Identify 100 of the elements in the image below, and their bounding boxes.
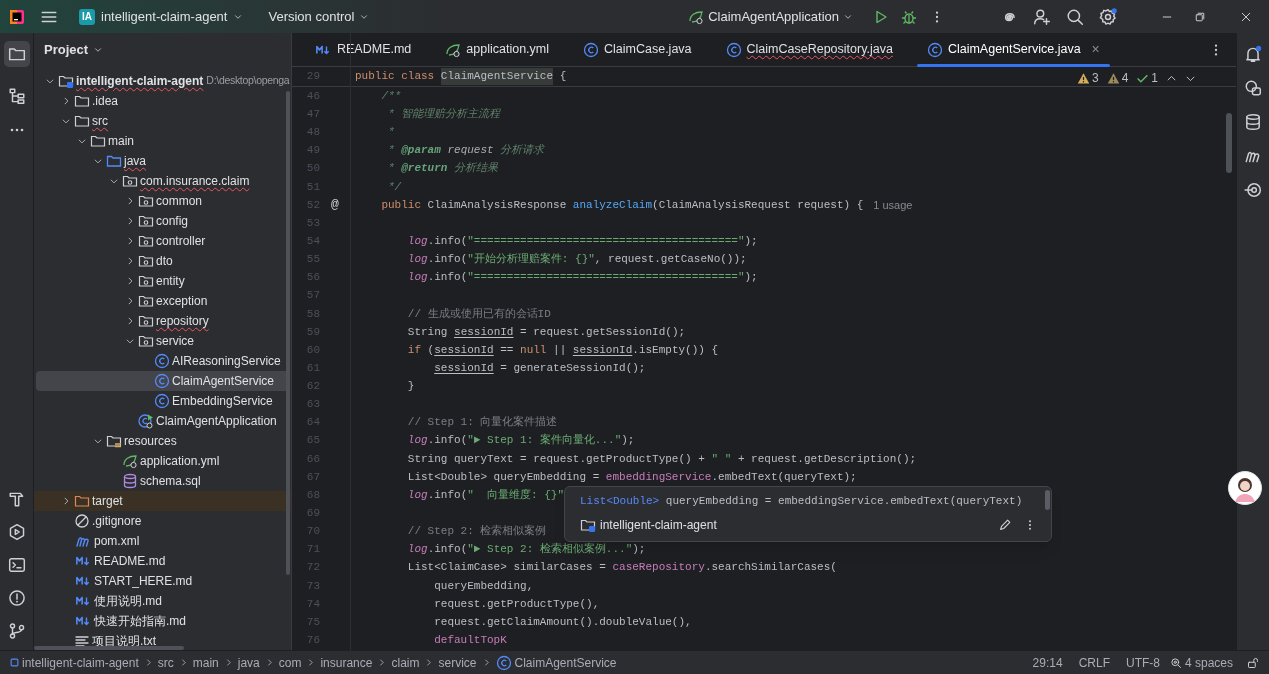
tree-item[interactable]: src bbox=[34, 111, 291, 131]
breadcrumb[interactable]: com bbox=[278, 653, 302, 672]
chevron-right-icon bbox=[424, 658, 434, 667]
leaf-icon bbox=[445, 41, 462, 58]
tree-item[interactable]: target bbox=[34, 491, 291, 511]
editor-tab[interactable]: ClaimCaseRepository.java bbox=[715, 33, 903, 66]
breadcrumb[interactable]: java bbox=[237, 653, 260, 672]
tree-item[interactable]: controller bbox=[34, 231, 291, 251]
tree-item[interactable]: config bbox=[34, 211, 291, 231]
tree-item[interactable]: 快速开始指南.md bbox=[34, 611, 291, 631]
breadcrumb[interactable]: src bbox=[157, 653, 174, 672]
close-tab-button[interactable]: × bbox=[1091, 39, 1100, 60]
file-path: D:\desktop\openga bbox=[206, 73, 290, 89]
database-icon bbox=[122, 473, 138, 489]
scrollbar-thumb[interactable] bbox=[1226, 113, 1232, 173]
code-line: String sessionId = request.getSessionId(); bbox=[406, 324, 686, 340]
bug-icon bbox=[901, 8, 917, 25]
scrollbar-thumb[interactable] bbox=[1045, 490, 1050, 510]
collapsed-chevron-icon[interactable] bbox=[61, 96, 71, 106]
collapsed-chevron-icon[interactable] bbox=[125, 196, 135, 206]
breadcrumb[interactable]: main bbox=[192, 653, 219, 672]
expanded-chevron-icon[interactable] bbox=[61, 116, 71, 126]
tree-item[interactable]: exception bbox=[34, 291, 291, 311]
edit-button[interactable] bbox=[998, 517, 1012, 532]
tree-item[interactable]: .idea bbox=[34, 91, 291, 111]
tree-item[interactable]: README.md bbox=[34, 551, 291, 571]
code-line: * bbox=[387, 125, 395, 141]
tree-item[interactable]: common bbox=[34, 191, 291, 211]
breadcrumb[interactable]: intelligent-claim-agent bbox=[10, 653, 139, 672]
code-line: // Step 1: 向量化案件描述 bbox=[406, 414, 558, 431]
tree-item[interactable]: dto bbox=[34, 251, 291, 271]
editor-tab[interactable]: ClaimAgentService.java × bbox=[916, 33, 1110, 66]
code-line: request.getProductType(), bbox=[433, 596, 600, 612]
version-control-menu[interactable]: Version control bbox=[268, 3, 370, 30]
project-tool-button[interactable] bbox=[3, 41, 30, 67]
tree-item[interactable]: START_HERE.md bbox=[34, 571, 291, 591]
tree-item[interactable]: pom.xml bbox=[34, 531, 291, 551]
editor-tab[interactable]: ClaimCase.java bbox=[573, 33, 702, 66]
implementation-marker[interactable]: @ bbox=[325, 195, 345, 215]
expanded-chevron-icon[interactable] bbox=[125, 336, 135, 346]
inspection-counter[interactable]: 4 bbox=[1106, 69, 1129, 87]
inspection-counter[interactable]: 1 bbox=[1136, 69, 1158, 87]
file-encoding[interactable]: UTF-8 bbox=[1125, 653, 1160, 672]
collapsed-chevron-icon[interactable] bbox=[125, 256, 135, 266]
line-separator[interactable]: CRLF bbox=[1078, 653, 1110, 672]
tree-item[interactable]: AIReasoningService bbox=[34, 351, 291, 371]
file-name: 项目说明.txt bbox=[92, 633, 156, 650]
tree-item[interactable]: ClaimAgentApplication bbox=[34, 411, 291, 431]
tree-item[interactable]: .gitignore bbox=[34, 511, 291, 531]
module-name: intelligent-claim-agent bbox=[600, 516, 717, 534]
code-line: List<Double> queryEmbedding = embeddingService.embedText(queryText); bbox=[406, 469, 857, 485]
breadcrumb[interactable]: insurance bbox=[320, 653, 373, 672]
inspection-counter[interactable]: 3 bbox=[1076, 69, 1099, 87]
tree-item[interactable]: EmbeddingService bbox=[34, 391, 291, 411]
expanded-chevron-icon[interactable] bbox=[45, 76, 55, 86]
collapsed-chevron-icon[interactable] bbox=[125, 236, 135, 246]
tree-item[interactable]: 使用说明.md bbox=[34, 591, 291, 611]
tree-item[interactable]: main bbox=[34, 131, 291, 151]
file-name: com.insurance.claim bbox=[140, 173, 250, 190]
tree-item[interactable]: 项目说明.txt bbox=[34, 631, 291, 650]
module-icon bbox=[10, 658, 19, 667]
tree-item[interactable]: ClaimAgentService bbox=[36, 371, 289, 391]
package-icon bbox=[138, 213, 154, 229]
caret-position[interactable]: 29:14 bbox=[1032, 653, 1063, 672]
tree-item[interactable]: com.insurance.claim bbox=[34, 171, 291, 191]
tree-item[interactable]: repository bbox=[34, 311, 291, 331]
collapsed-chevron-icon[interactable] bbox=[61, 496, 71, 506]
code-line: log.info("开始分析理赔案件: {}", request.getCaseNo()); bbox=[406, 251, 747, 268]
tree-item[interactable]: service bbox=[34, 331, 291, 351]
breadcrumb[interactable]: ClaimAgentService bbox=[495, 653, 617, 672]
breadcrumb[interactable]: service bbox=[438, 653, 477, 672]
tree-item[interactable]: resources bbox=[34, 431, 291, 451]
expanded-chevron-icon[interactable] bbox=[93, 436, 103, 446]
collapsed-chevron-icon[interactable] bbox=[125, 216, 135, 226]
editor-tab[interactable]: application.yml bbox=[435, 33, 559, 66]
package-icon bbox=[122, 173, 138, 189]
collapsed-chevron-icon[interactable] bbox=[125, 276, 135, 286]
project-switcher[interactable]: IA intelligent-claim-agent bbox=[77, 3, 246, 30]
expanded-chevron-icon[interactable] bbox=[109, 176, 119, 186]
code-line: queryEmbedding, bbox=[433, 578, 534, 594]
tree-item[interactable]: intelligent-claim-agent D:\desktop\openga bbox=[34, 71, 291, 91]
file-name: intelligent-claim-agent bbox=[76, 73, 204, 90]
gear-icon bbox=[1169, 656, 1182, 669]
file-name: START_HERE.md bbox=[94, 573, 193, 590]
collapsed-chevron-icon[interactable] bbox=[125, 296, 135, 306]
scrollbar-thumb[interactable] bbox=[34, 646, 184, 650]
project-view-selector[interactable]: Project bbox=[44, 40, 104, 60]
indent-settings[interactable]: 4 spaces bbox=[1169, 653, 1233, 672]
collapsed-chevron-icon[interactable] bbox=[125, 316, 135, 326]
file-name: application.yml bbox=[140, 453, 220, 470]
tree-item[interactable]: entity bbox=[34, 271, 291, 291]
breadcrumb[interactable]: claim bbox=[391, 653, 420, 672]
run-configuration-menu[interactable]: ClaimAgentApplication bbox=[688, 3, 853, 30]
tree-item[interactable]: java bbox=[34, 151, 291, 171]
resources-folder-icon bbox=[106, 433, 122, 449]
expanded-chevron-icon[interactable] bbox=[77, 136, 87, 146]
tree-item[interactable]: schema.sql bbox=[34, 471, 291, 491]
read-only-toggle[interactable] bbox=[1247, 656, 1259, 669]
expanded-chevron-icon[interactable] bbox=[93, 156, 103, 166]
tree-item[interactable]: application.yml bbox=[34, 451, 291, 471]
